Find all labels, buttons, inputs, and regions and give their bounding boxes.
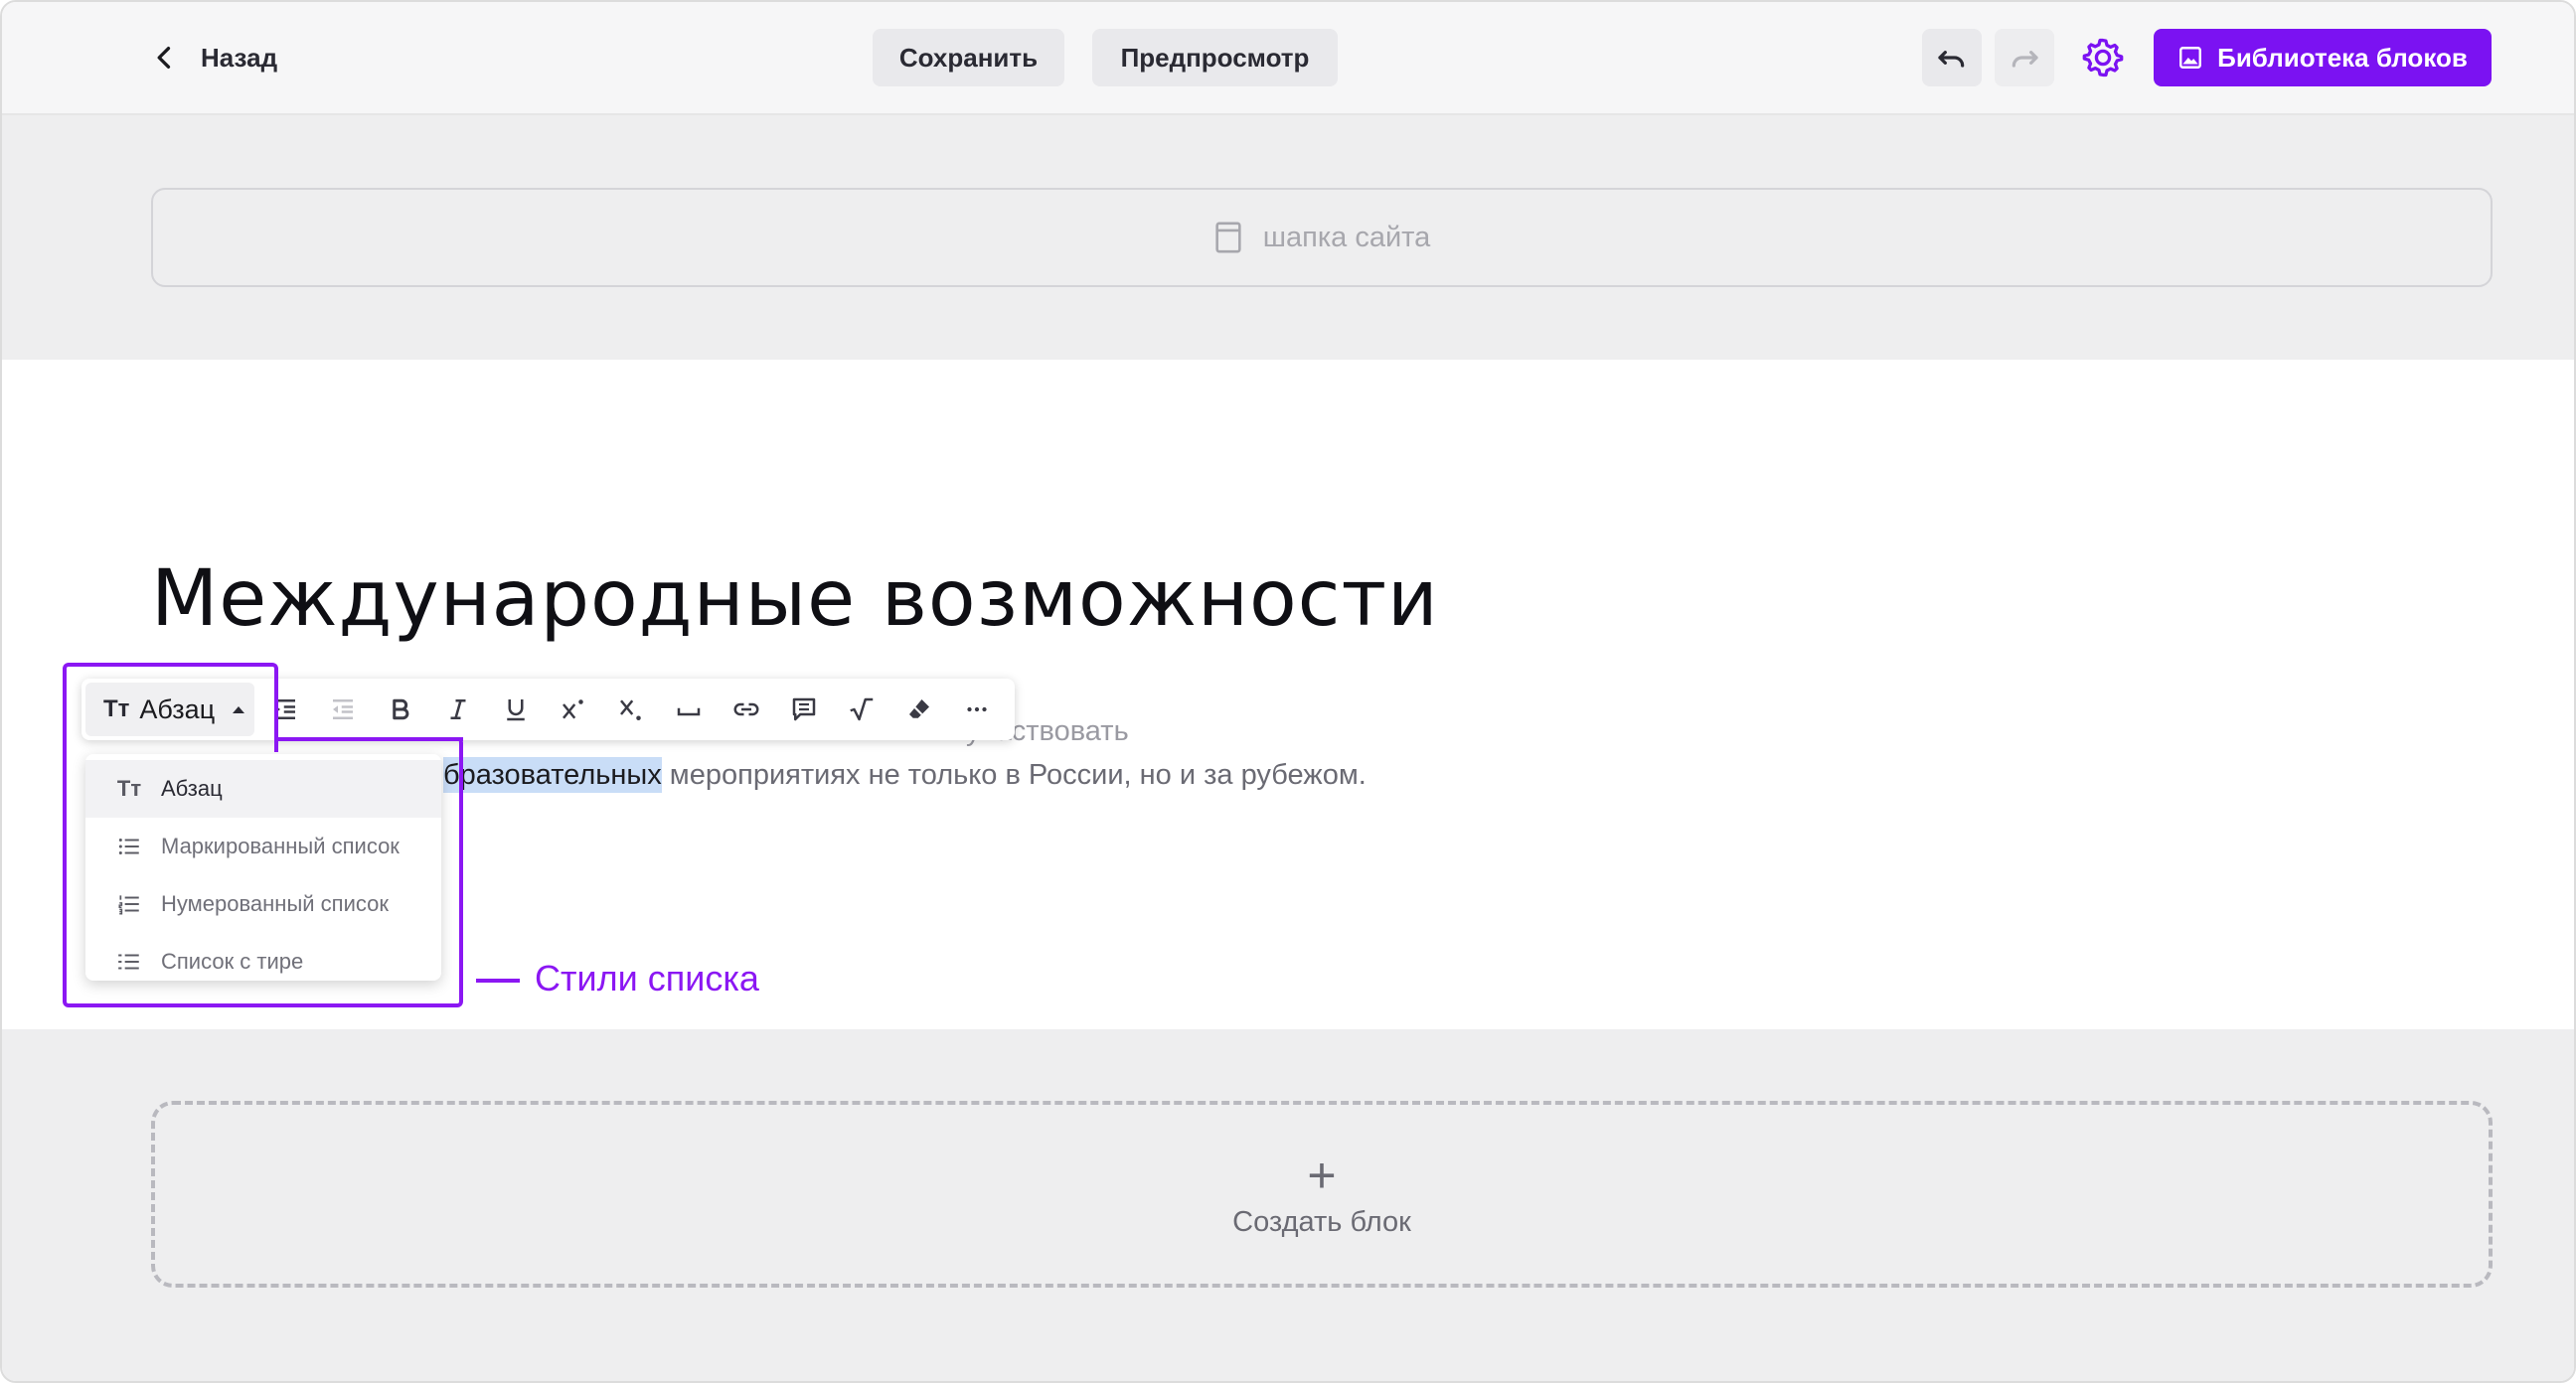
editor-window: Назад Сохранить Предпросмотр Библиотека … xyxy=(0,0,2576,1383)
page-icon xyxy=(1215,222,1241,253)
back-label: Назад xyxy=(201,42,278,73)
page-title[interactable]: Международные возможности xyxy=(151,554,1439,644)
subscript-icon[interactable] xyxy=(614,692,648,726)
comment-icon[interactable] xyxy=(787,692,821,726)
block-library-button[interactable]: Библиотека блоков xyxy=(2154,29,2492,86)
top-bar: Назад Сохранить Предпросмотр Библиотека … xyxy=(2,2,2574,115)
more-icon[interactable] xyxy=(960,692,994,726)
create-block-button[interactable]: + Создать блок xyxy=(151,1101,2493,1288)
create-block-label: Создать блок xyxy=(1232,1205,1411,1238)
paragraph-line-2-text: мероприятиях не только в России, но и за… xyxy=(661,759,1367,791)
site-header-block[interactable]: шапка сайта xyxy=(151,188,2493,287)
selected-text: бразовательных xyxy=(443,757,662,793)
image-icon xyxy=(2179,47,2202,69)
underline-icon[interactable] xyxy=(499,692,533,726)
annotation-label: Стили списка xyxy=(535,958,759,999)
undo-icon xyxy=(1938,51,1965,68)
italic-icon[interactable] xyxy=(441,692,475,726)
eraser-icon[interactable] xyxy=(902,692,936,726)
save-button[interactable]: Сохранить xyxy=(873,29,1064,86)
redo-button[interactable] xyxy=(1995,29,2054,86)
undo-button[interactable] xyxy=(1922,29,1982,86)
plus-icon: + xyxy=(1307,1147,1337,1203)
annotation-outline xyxy=(63,737,463,1007)
back-button[interactable]: Назад xyxy=(151,32,277,83)
link-icon[interactable] xyxy=(729,692,763,726)
redo-icon xyxy=(2012,51,2038,68)
preview-button[interactable]: Предпросмотр xyxy=(1092,29,1338,86)
formula-icon[interactable] xyxy=(845,692,879,726)
block-library-label: Библиотека блоков xyxy=(2217,42,2468,73)
outdent-icon[interactable] xyxy=(326,692,360,726)
chevron-left-icon xyxy=(157,47,171,69)
annotation-pointer xyxy=(476,979,520,983)
site-header-label: шапка сайта xyxy=(1262,221,1431,253)
bold-icon[interactable] xyxy=(384,692,417,726)
space-icon[interactable] xyxy=(672,692,706,726)
gear-icon[interactable] xyxy=(2081,36,2125,79)
superscript-icon[interactable] xyxy=(557,692,590,726)
